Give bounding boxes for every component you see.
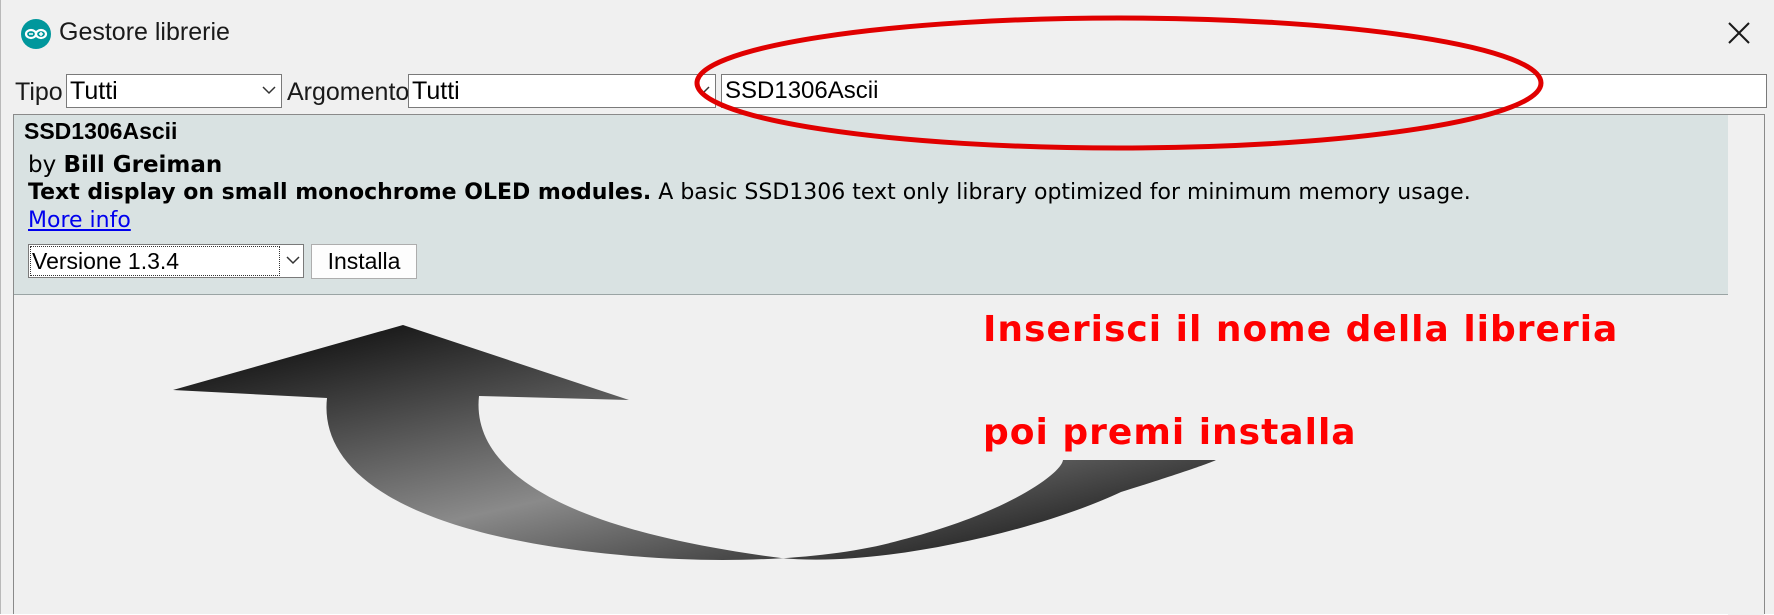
highlight-ellipse — [694, 15, 1544, 151]
annotation-line-2: poi premi installa — [983, 412, 1357, 453]
annotation-overlay — [173, 15, 1544, 560]
annotation-line-1: Inserisci il nome della libreria — [983, 309, 1619, 350]
library-manager-window: Gestore librerie Tipo Tutti Argomento Tu… — [0, 0, 1774, 615]
